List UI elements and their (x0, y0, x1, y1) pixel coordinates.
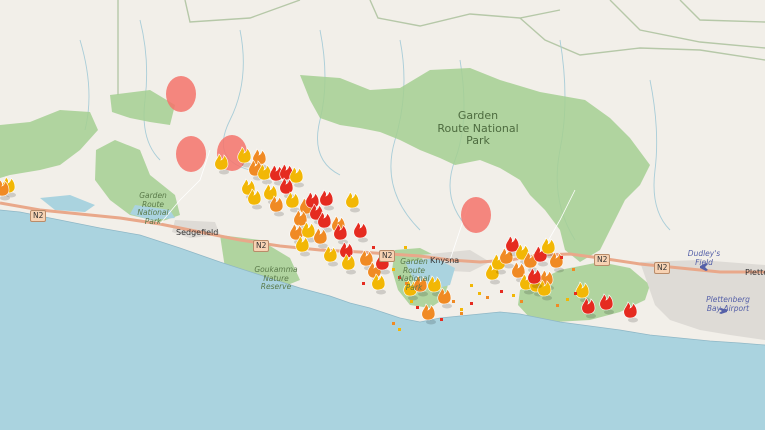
hotspot-marker[interactable] (392, 322, 395, 325)
sedgefield-label: Sedgefield (176, 228, 219, 237)
goukamma-reserve-label: Goukamma Nature Reserve (254, 265, 298, 292)
garden-route-park-west-label: Garden Route National Park (137, 191, 169, 226)
knysna-label: Knysna (430, 256, 460, 265)
hotspot-marker[interactable] (500, 290, 503, 293)
hotspot-marker[interactable] (470, 302, 473, 305)
road-shield-n2: N2 (654, 262, 671, 274)
hotspot-marker[interactable] (470, 284, 473, 287)
dudleys-field-label: Dudley's Field (687, 249, 721, 267)
hotspot-marker[interactable] (398, 328, 401, 331)
heat-circle (176, 136, 206, 172)
hotspot-marker[interactable] (556, 304, 559, 307)
road-shield-n2: N2 (30, 210, 47, 222)
road-shield-n2: N2 (379, 250, 396, 262)
hotspot-marker[interactable] (416, 306, 419, 309)
basemap (0, 0, 765, 430)
hotspot-marker[interactable] (404, 246, 407, 249)
heat-circle (166, 76, 196, 112)
fire-map[interactable]: Garden Route National Park Garden Route … (0, 0, 765, 430)
hotspot-marker[interactable] (566, 298, 569, 301)
plettenberg-town-label: Plette (745, 268, 765, 277)
hotspot-marker[interactable] (372, 246, 375, 249)
hotspot-marker[interactable] (478, 292, 481, 295)
hotspot-marker[interactable] (512, 294, 515, 297)
hotspot-marker[interactable] (574, 292, 577, 295)
hotspot-marker[interactable] (460, 308, 463, 311)
hotspot-marker[interactable] (452, 300, 455, 303)
hotspot-marker[interactable] (560, 256, 563, 259)
hotspot-marker[interactable] (440, 318, 443, 321)
hotspot-marker[interactable] (486, 296, 489, 299)
plettenberg-airport-label: Plettenberg Bay Airport (706, 295, 750, 313)
road-shield-n2: N2 (253, 240, 270, 252)
garden-route-national-park-label: Garden Route National Park (437, 109, 519, 148)
hotspot-marker[interactable] (410, 300, 413, 303)
hotspot-marker[interactable] (520, 300, 523, 303)
hotspot-marker[interactable] (572, 268, 575, 271)
hotspot-marker[interactable] (362, 282, 365, 285)
heat-circle (461, 197, 491, 233)
hotspot-marker[interactable] (460, 312, 463, 315)
garden-route-park-knysna-label: Garden Route National Park (398, 257, 430, 292)
road-shield-n2: N2 (594, 254, 611, 266)
